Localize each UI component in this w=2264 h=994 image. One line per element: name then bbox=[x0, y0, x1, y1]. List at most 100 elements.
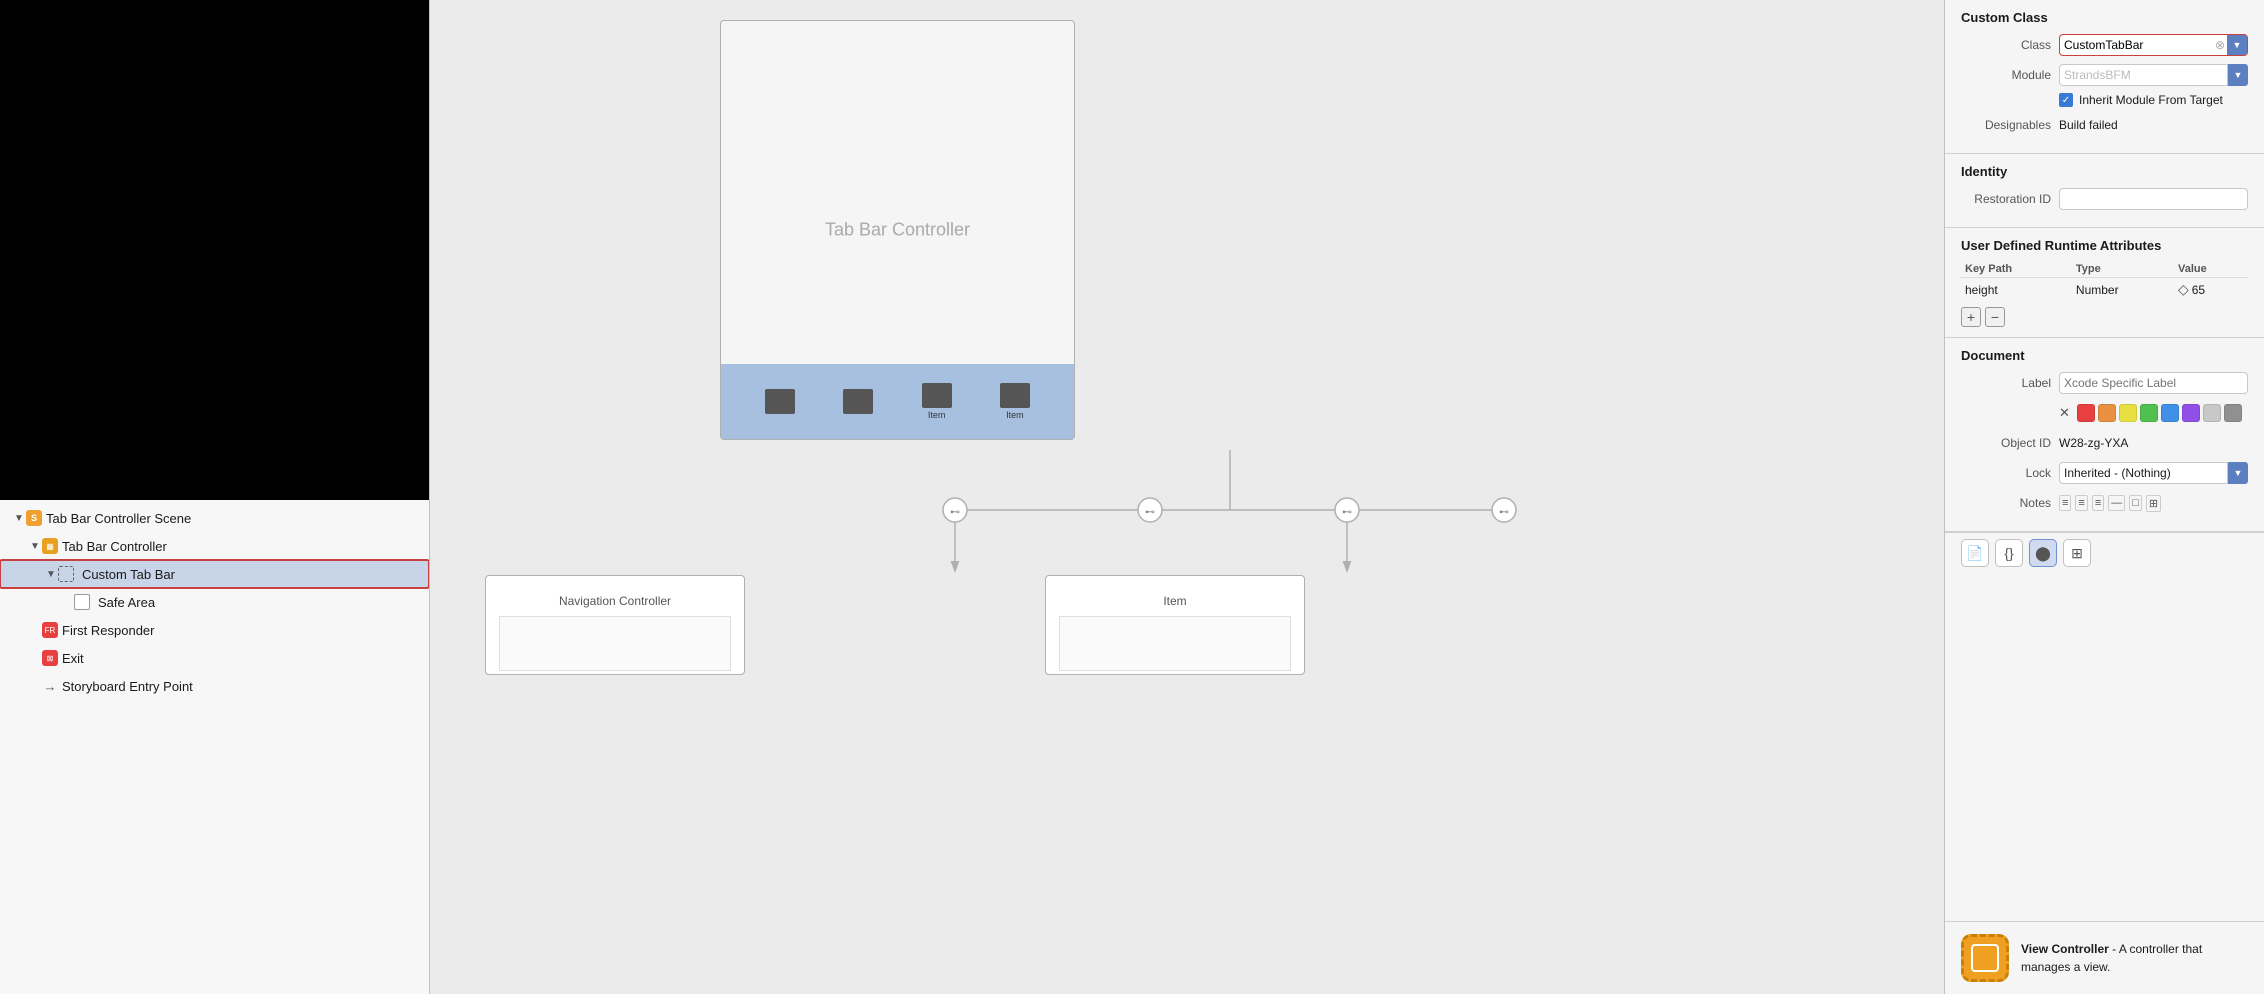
swatch-blue[interactable] bbox=[2161, 404, 2179, 422]
tab-icon-1 bbox=[765, 389, 795, 414]
col-value: Value bbox=[2174, 261, 2248, 278]
identity-title: Identity bbox=[1961, 164, 2248, 179]
lock-row: Lock Inherited - (Nothing) ▼ bbox=[1961, 461, 2248, 485]
connection-svg: ⊷ ⊷ ⊷ ⊷ bbox=[430, 0, 1944, 994]
nav-controller-box: Navigation Controller bbox=[485, 575, 745, 675]
nav-controller-title: Navigation Controller bbox=[551, 586, 679, 616]
scene-label: Tab Bar Controller Scene bbox=[46, 511, 191, 526]
class-input[interactable]: CustomTabBar ⊗ ▼ bbox=[2059, 34, 2248, 56]
designables-label: Designables bbox=[1961, 118, 2051, 132]
tab-bar-area: Item Item bbox=[721, 364, 1074, 439]
svg-text:⊷: ⊷ bbox=[1145, 507, 1155, 518]
custom-class-section: Custom Class Class CustomTabBar ⊗ ▼ Modu… bbox=[1945, 0, 2264, 154]
toolbar-code-btn[interactable]: {} bbox=[1995, 539, 2023, 567]
safearea-icon bbox=[74, 594, 90, 610]
class-value: CustomTabBar bbox=[2064, 38, 2225, 52]
disclosure-tabbar[interactable] bbox=[28, 539, 42, 553]
disclosure-scene[interactable] bbox=[12, 511, 26, 525]
notes-align-left[interactable]: ≡ bbox=[2059, 495, 2071, 511]
exit-icon: ⊠ bbox=[42, 650, 58, 666]
toolbar-doc-btn[interactable]: 📄 bbox=[1961, 539, 1989, 567]
tab-label-3: Item bbox=[928, 410, 946, 420]
stepper-arrows[interactable]: ◇ bbox=[2178, 281, 2189, 298]
tabbar-label: Tab Bar Controller bbox=[62, 539, 167, 554]
notes-label: Notes bbox=[1961, 496, 2051, 510]
swatch-green[interactable] bbox=[2140, 404, 2158, 422]
restoration-input[interactable] bbox=[2059, 188, 2248, 210]
scene-icon: S bbox=[26, 510, 42, 526]
device-frame: Tab Bar Controller Item Item bbox=[720, 20, 1075, 440]
tab-icon-2 bbox=[843, 389, 873, 414]
lock-dropdown-arrow[interactable]: ▼ bbox=[2228, 462, 2248, 484]
disclosure-custom-tabbar[interactable] bbox=[44, 567, 58, 581]
tab-icon-3 bbox=[922, 383, 952, 408]
plus-button[interactable]: + bbox=[1961, 307, 1981, 327]
notes-align-right[interactable]: ≡ bbox=[2092, 495, 2104, 511]
module-input[interactable]: StrandsBFM bbox=[2059, 64, 2228, 86]
notes-square[interactable]: □ bbox=[2129, 495, 2142, 511]
tab-label-4: Item bbox=[1006, 410, 1024, 420]
col-keypath: Key Path bbox=[1961, 261, 2072, 278]
svg-text:⊷: ⊷ bbox=[950, 507, 960, 518]
exit-label: Exit bbox=[62, 651, 84, 666]
tab-item-1 bbox=[765, 389, 795, 414]
module-row: Module StrandsBFM ▼ bbox=[1961, 63, 2248, 87]
class-dropdown-arrow[interactable]: ▼ bbox=[2227, 35, 2247, 55]
swatch-purple[interactable] bbox=[2182, 404, 2200, 422]
doc-label-label: Label bbox=[1961, 376, 2051, 390]
sidebar-item-scene[interactable]: S Tab Bar Controller Scene bbox=[0, 504, 429, 532]
identity-section: Identity Restoration ID bbox=[1945, 154, 2264, 228]
customtabbar-icon bbox=[58, 566, 74, 582]
sidebar-item-first-responder[interactable]: FR First Responder bbox=[0, 616, 429, 644]
vc-separator: - bbox=[2112, 942, 2119, 956]
lock-label: Lock bbox=[1961, 466, 2051, 480]
swatch-x-btn[interactable]: ✕ bbox=[2059, 405, 2070, 421]
sidebar-item-storyboard-entry[interactable]: → Storyboard Entry Point bbox=[0, 672, 429, 700]
sub-controllers-area: Navigation Controller Item bbox=[485, 575, 1305, 675]
runtime-table: Key Path Type Value height Number ◇ 65 bbox=[1961, 261, 2248, 301]
inherit-checkbox[interactable]: ✓ bbox=[2059, 93, 2073, 107]
safe-area-label: Safe Area bbox=[98, 595, 155, 610]
swatch-yellow[interactable] bbox=[2119, 404, 2137, 422]
restoration-row: Restoration ID bbox=[1961, 187, 2248, 211]
tabbar-icon: ▦ bbox=[42, 538, 58, 554]
tab-item-2 bbox=[843, 389, 873, 414]
sidebar-item-custom-tabbar[interactable]: Custom Tab Bar bbox=[0, 560, 429, 588]
notes-grid[interactable]: ⊞ bbox=[2146, 495, 2161, 512]
stepper: ◇ 65 bbox=[2178, 281, 2205, 298]
custom-class-title: Custom Class bbox=[1961, 10, 2248, 25]
module-dropdown-arrow[interactable]: ▼ bbox=[2228, 64, 2248, 86]
bottom-toolbar: 📄 {} ⬤ ⊞ bbox=[1945, 532, 2264, 573]
class-clear-btn[interactable]: ⊗ bbox=[2215, 38, 2225, 52]
vc-text: View Controller - A controller that mana… bbox=[2021, 940, 2248, 976]
custom-tabbar-label: Custom Tab Bar bbox=[82, 567, 175, 582]
swatch-orange[interactable] bbox=[2098, 404, 2116, 422]
notes-row: Notes ≡ ≡ ≡ — □ ⊞ bbox=[1961, 491, 2248, 515]
toolbar-circle-btn[interactable]: ⬤ bbox=[2029, 539, 2057, 567]
row-type: Number bbox=[2072, 278, 2174, 302]
swatch-lightgray[interactable] bbox=[2203, 404, 2221, 422]
canvas-area: ⊷ ⊷ ⊷ ⊷ Tab Bar Controller bbox=[430, 0, 1944, 994]
vc-info: View Controller - A controller that mana… bbox=[1945, 921, 2264, 994]
toolbar-grid-btn[interactable]: ⊞ bbox=[2063, 539, 2091, 567]
sidebar-item-tabbar[interactable]: ▦ Tab Bar Controller bbox=[0, 532, 429, 560]
swatch-gray[interactable] bbox=[2224, 404, 2242, 422]
swatch-red[interactable] bbox=[2077, 404, 2095, 422]
vc-title: View Controller bbox=[2021, 942, 2109, 956]
object-id-row: Object ID W28-zg-YXA bbox=[1961, 431, 2248, 455]
sidebar-item-safe-area[interactable]: Safe Area bbox=[0, 588, 429, 616]
doc-label-input[interactable] bbox=[2059, 372, 2248, 394]
sidebar-item-exit[interactable]: ⊠ Exit bbox=[0, 644, 429, 672]
minus-button[interactable]: − bbox=[1985, 307, 2005, 327]
designables-row: Designables Build failed bbox=[1961, 113, 2248, 137]
swatches-container: ✕ bbox=[2059, 404, 2242, 422]
storyboard-icon: → bbox=[42, 678, 58, 694]
notes-align-center[interactable]: ≡ bbox=[2075, 495, 2087, 511]
runtime-attributes-section: User Defined Runtime Attributes Key Path… bbox=[1945, 228, 2264, 338]
storyboard-entry-label: Storyboard Entry Point bbox=[62, 679, 193, 694]
row-keypath: height bbox=[1961, 278, 2072, 302]
object-id-value: W28-zg-YXA bbox=[2059, 436, 2128, 450]
lock-select[interactable]: Inherited - (Nothing) bbox=[2059, 462, 2228, 484]
notes-dash[interactable]: — bbox=[2108, 495, 2125, 511]
plus-minus-row: + − bbox=[1961, 307, 2248, 327]
